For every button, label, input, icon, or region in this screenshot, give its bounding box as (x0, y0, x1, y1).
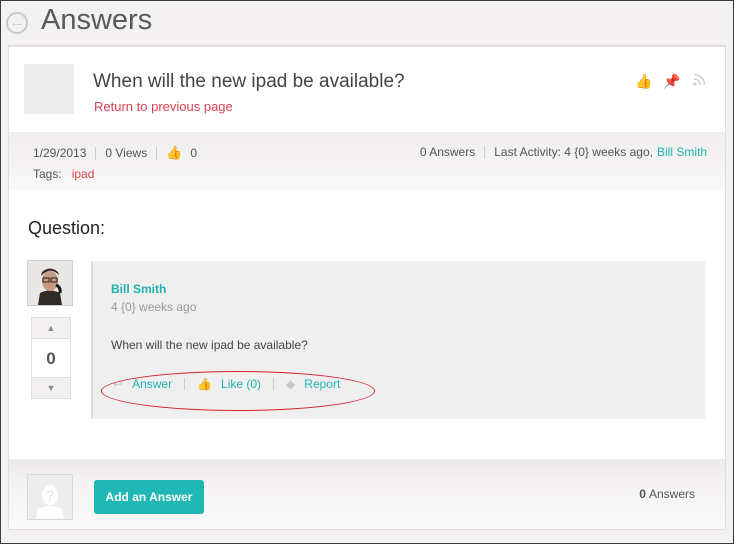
vote-count: 0 (32, 338, 70, 378)
add-answer-button[interactable]: Add an Answer (94, 480, 204, 514)
likes-count: 0 (190, 146, 198, 160)
tag-ipad[interactable]: ipad (72, 167, 95, 181)
answer-count-label: Answers (648, 487, 695, 501)
divider (484, 145, 486, 159)
footer-answer-count: 0 Answers (639, 487, 695, 501)
answer-count-number: 0 (639, 487, 646, 501)
question-thumbnail (24, 64, 74, 114)
anonymous-avatar-icon: ? (27, 474, 73, 520)
post-date: 1/29/2013 (33, 146, 87, 160)
post-author-link[interactable]: Bill Smith (111, 282, 166, 296)
vote-widget: ▲ 0 ▼ (31, 317, 71, 399)
question-title: When will the new ipad be available? (93, 71, 405, 92)
post-body: When will the new ipad be available? (111, 338, 308, 352)
answer-footer: ? Add an Answer 0 Answers (9, 459, 725, 529)
avatar[interactable] (27, 260, 73, 306)
thumbs-up-icon: 👍 (166, 145, 183, 160)
tags-label: Tags: (33, 167, 62, 181)
divider (156, 146, 158, 160)
post-timestamp: 4 {0} weeks ago (111, 300, 197, 314)
views-count: 0 Views (105, 146, 148, 160)
back-arrow-icon[interactable]: ← (6, 12, 28, 34)
last-activity-author-link[interactable]: Bill Smith (657, 145, 707, 159)
pin-icon[interactable]: 📌 (663, 73, 680, 90)
section-heading: Question: (28, 218, 106, 238)
annotation-highlight (101, 371, 375, 411)
tags-row: Tags: ipad (33, 167, 94, 181)
like-icon[interactable]: 👍 (635, 73, 652, 90)
divider (95, 146, 97, 160)
question-actions: 👍 📌 (635, 73, 707, 90)
downvote-button[interactable]: ▼ (32, 378, 70, 398)
answers-count: 0 Answers (419, 145, 476, 159)
page-title: Answers (41, 4, 153, 36)
rss-icon[interactable] (691, 73, 707, 90)
upvote-button[interactable]: ▲ (32, 318, 70, 338)
question-card: When will the new ipad be available? Ret… (8, 46, 726, 530)
meta-bar: 1/29/2013 0 Views 👍 0 0 Answers Last Act… (9, 132, 725, 190)
return-link[interactable]: Return to previous page (94, 99, 233, 114)
svg-text:?: ? (46, 487, 54, 503)
last-activity: Last Activity: 4 {0} weeks ago, (494, 145, 653, 159)
